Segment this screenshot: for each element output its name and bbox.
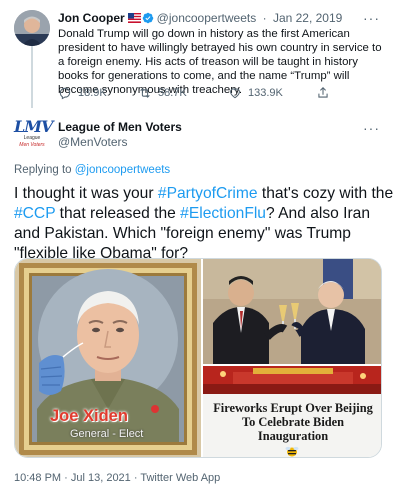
text-segment: that released the xyxy=(55,205,181,222)
replying-to-link[interactable]: @joncoopertweets xyxy=(75,164,170,176)
us-flag-icon xyxy=(127,13,141,23)
tweet-actions: 18.9K 58.7K 133.9K xyxy=(58,86,358,102)
thread-line xyxy=(31,44,33,108)
author-handle[interactable]: @MenVoters xyxy=(58,135,128,149)
media-grid: Joe Xiden General - Elect Fireworks Erup… xyxy=(14,258,382,458)
parent-header: Jon Cooper @joncoopertweets · Jan 22, 20… xyxy=(58,10,342,26)
hashtag-link[interactable]: #ElectionFlu xyxy=(180,205,266,222)
hashtag-link[interactable]: #PartyofCrime xyxy=(158,185,258,202)
media-image-news-card[interactable]: Fireworks Erupt Over Beijing To Celebrat… xyxy=(203,366,381,457)
author-handle[interactable]: @joncoopertweets xyxy=(157,11,257,25)
tweet-timestamp[interactable]: 10:48 PM · Jul 13, 2021 · Twitter Web Ap… xyxy=(14,472,220,484)
retweet-icon xyxy=(140,88,150,98)
reply-count: 18.9K xyxy=(78,87,107,99)
retweet-button[interactable]: 58.7K xyxy=(138,86,187,100)
reply-button[interactable]: 18.9K xyxy=(58,86,107,100)
author-name[interactable]: Jon Cooper xyxy=(58,11,125,25)
author-name[interactable]: League of Men Voters xyxy=(58,120,182,134)
tweet-date[interactable]: Jan 22, 2019 xyxy=(273,11,342,25)
tweet-text: I thought it was your #PartyofCrime that… xyxy=(14,184,394,264)
like-count: 133.9K xyxy=(248,87,283,99)
like-icon xyxy=(230,88,240,99)
verified-icon xyxy=(142,12,153,24)
retweet-count: 58.7K xyxy=(158,87,187,99)
avatar-logo-sub2: Men Voters xyxy=(19,142,45,148)
bee-logo-icon xyxy=(285,446,299,457)
replying-to-label: Replying to xyxy=(14,164,72,176)
hashtag-link[interactable]: #CCP xyxy=(14,205,55,222)
avatar[interactable]: LMV League Men Voters xyxy=(14,117,53,157)
avatar-logo-sub: League xyxy=(23,135,41,141)
more-icon[interactable]: ··· xyxy=(363,10,380,26)
news-photo xyxy=(203,366,381,394)
share-button[interactable] xyxy=(316,86,330,100)
text-segment: I thought it was your xyxy=(14,185,158,202)
more-icon[interactable]: ··· xyxy=(363,120,380,136)
reply-icon xyxy=(59,87,71,100)
avatar-logo-text: LMV xyxy=(14,117,53,136)
media-image-portrait[interactable]: Joe Xiden General - Elect xyxy=(15,259,201,457)
image-caption-title: Joe Xiden xyxy=(50,407,128,425)
avatar[interactable] xyxy=(14,10,50,46)
meta-separator: · xyxy=(262,11,267,25)
news-headline: Fireworks Erupt Over Beijing To Celebrat… xyxy=(213,401,373,443)
text-segment: that's cozy with the xyxy=(257,185,394,202)
replying-to: Replying to @joncoopertweets xyxy=(14,164,170,176)
media-image-toast[interactable] xyxy=(203,259,381,364)
parent-tweet[interactable]: Jon Cooper @joncoopertweets · Jan 22, 20… xyxy=(0,0,402,108)
image-caption-subtitle: General - Elect xyxy=(70,428,144,440)
share-icon xyxy=(318,87,328,98)
like-button[interactable]: 133.9K xyxy=(228,86,283,100)
